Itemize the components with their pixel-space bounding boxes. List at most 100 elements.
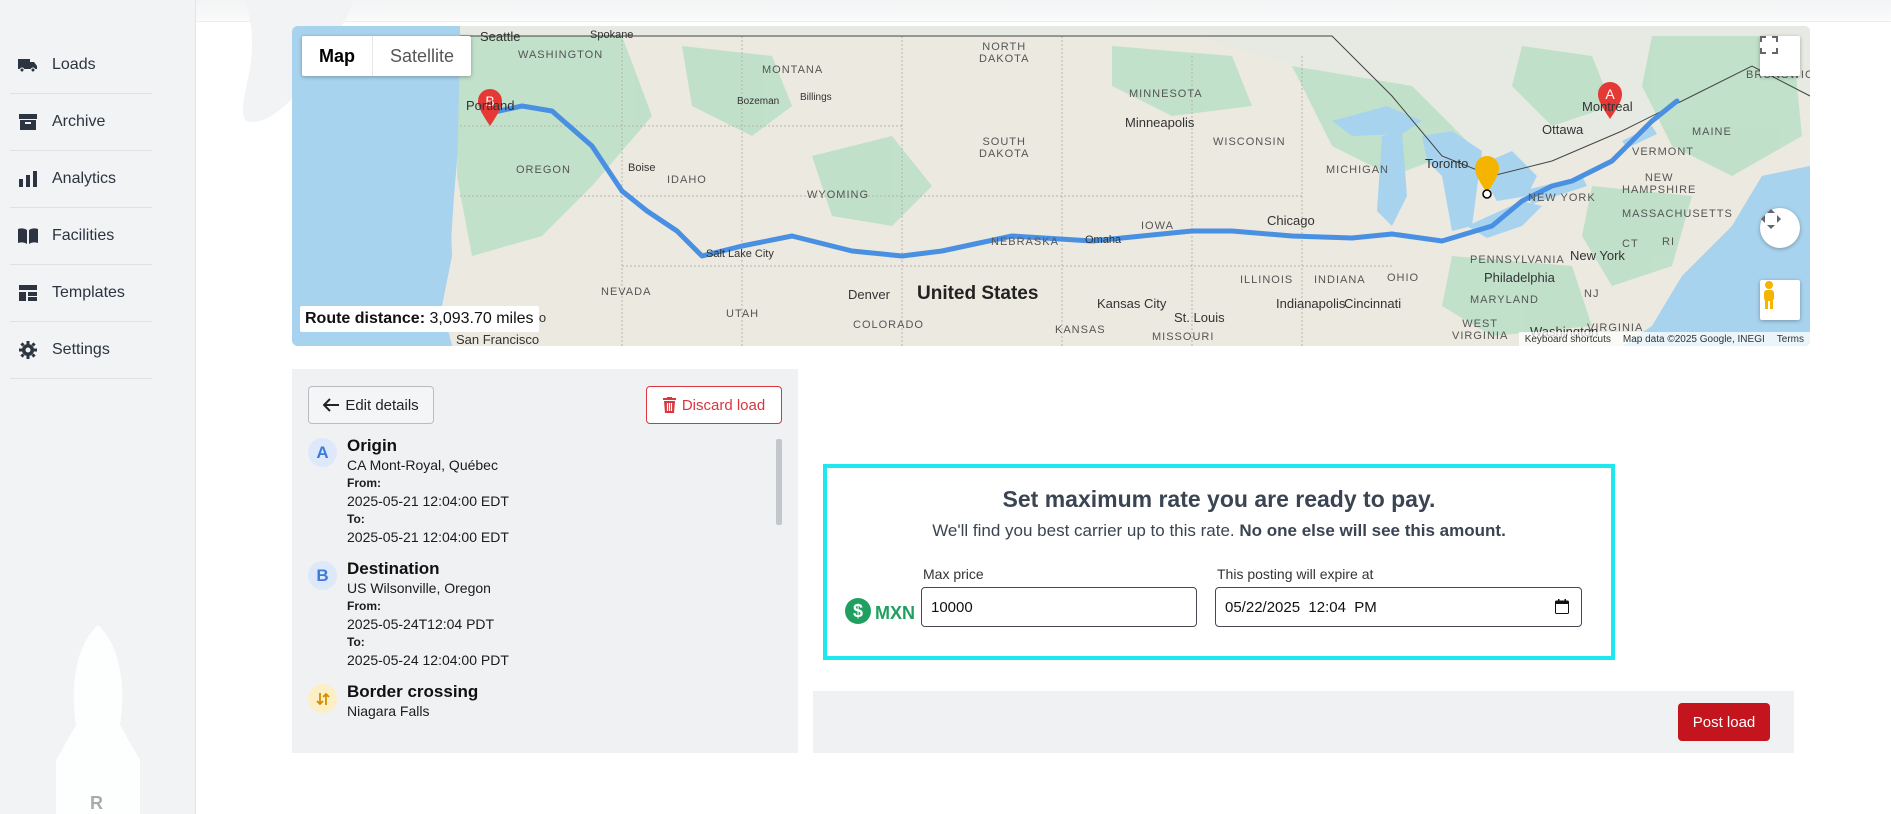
sidebar-item-settings[interactable]: Settings: [10, 322, 152, 379]
map-label: WISCONSIN: [1213, 136, 1286, 148]
sidebar-item-facilities[interactable]: Facilities: [10, 208, 152, 265]
map-label: SOUTH DAKOTA: [979, 136, 1030, 160]
map-label: St. Louis: [1174, 310, 1225, 325]
map-label: Portland: [466, 98, 515, 113]
map-label: CT: [1622, 238, 1639, 250]
keyboard-shortcuts-link[interactable]: Keyboard shortcuts: [1525, 334, 1611, 345]
stop-badge: B: [308, 561, 337, 590]
map-label: Minneapolis: [1125, 115, 1195, 130]
rate-subtitle-bold: No one else will see this amount.: [1239, 521, 1506, 540]
rate-title: Set maximum rate you are ready to pay.: [1002, 486, 1436, 512]
map-label: WASHINGTON: [518, 49, 604, 61]
fullscreen-button[interactable]: [1760, 36, 1800, 76]
stop-from-value: 2025-05-21 12:04:00 EDT: [347, 493, 509, 509]
stop-badge: A: [308, 438, 337, 467]
discard-load-label: Discard load: [681, 396, 766, 414]
map-label: Kansas City: [1097, 296, 1167, 311]
stop-from-label: From:: [347, 476, 381, 490]
map-label: INDIANA: [1314, 274, 1366, 286]
map-label: UTAH: [726, 308, 760, 320]
rate-subtitle-text: We'll find you best carrier up to this r…: [932, 521, 1235, 540]
map-label: OHIO: [1387, 272, 1420, 284]
currency-code: MXN: [875, 603, 915, 623]
edit-details-label: Edit details: [345, 396, 419, 414]
sidebar: Loads Archive Analytics Facilities Templ…: [0, 0, 196, 814]
stop-to-value: 2025-05-21 12:04:00 EDT: [347, 529, 509, 545]
stop-border-crossing: Border crossing Niagara Falls: [308, 682, 778, 720]
post-action-bar: Post load: [813, 691, 1794, 753]
trash-icon: [662, 397, 676, 413]
map-label: NEVADA: [601, 286, 652, 298]
map-label: Montreal: [1582, 99, 1633, 114]
map-data-credit: Map data ©2025 Google, INEGI: [1622, 333, 1765, 345]
route-distance-value: 3,093.70 miles: [429, 310, 534, 327]
map-label: United States: [917, 283, 1039, 304]
map-label: Omaha: [1085, 234, 1122, 246]
sidebar-item-label: Archive: [52, 113, 106, 130]
swap-arrows-icon: [308, 684, 337, 713]
stop-to-label: To:: [347, 635, 365, 649]
map-label: Toronto: [1425, 156, 1469, 171]
map-label: MONTANA: [762, 64, 824, 76]
map-type-map-button[interactable]: Map: [302, 36, 373, 76]
stop-location: US Wilsonville, Oregon: [347, 580, 491, 596]
map-label: MINNESOTA: [1129, 88, 1203, 100]
map-label: Chicago: [1267, 213, 1315, 228]
currency-indicator: $ MXN: [845, 598, 915, 629]
map-type-satellite-button[interactable]: Satellite: [373, 36, 471, 76]
stops-list[interactable]: A Origin CA Mont-Royal, Québec From: 202…: [308, 436, 778, 736]
stop-title: Destination: [347, 559, 440, 578]
stop-destination: B Destination US Wilsonville, Oregon Fro…: [308, 559, 778, 669]
map-label: COLORADO: [853, 319, 924, 331]
map-label: Spokane: [590, 29, 634, 41]
map-label: NEW YORK: [1528, 192, 1596, 204]
map-label: Billings: [800, 92, 832, 103]
stop-to-label: To:: [347, 512, 365, 526]
map-label: NEBRASKA: [991, 236, 1059, 248]
post-load-button[interactable]: Post load: [1678, 703, 1770, 741]
map-label: Ottawa: [1542, 122, 1584, 137]
svg-text:$: $: [853, 601, 863, 621]
map-label: San Francisco: [456, 332, 540, 346]
map-label: NORTH DAKOTA: [979, 41, 1030, 65]
map-label: New York: [1570, 248, 1625, 263]
sidebar-item-loads[interactable]: Loads: [10, 37, 152, 94]
map-label: RI: [1662, 236, 1675, 248]
map-label: MAINE: [1692, 126, 1732, 138]
route-distance: Route distance: 3,093.70 miles: [300, 306, 539, 332]
camera-control-button[interactable]: [1760, 208, 1800, 248]
expire-datetime-input[interactable]: 05/22/2025 12:04 PM: [1215, 587, 1582, 627]
calendar-icon[interactable]: [1555, 599, 1569, 618]
map-label: MISSOURI: [1152, 331, 1215, 343]
map-label: NEW HAMPSHIRE: [1622, 172, 1697, 196]
sidebar-item-label: Settings: [52, 341, 110, 358]
archive-box-icon: [18, 112, 38, 132]
map-label: WEST VIRGINIA: [1452, 318, 1509, 342]
sidebar-item-analytics[interactable]: Analytics: [10, 151, 152, 208]
max-price-label: Max price: [923, 566, 984, 582]
stop-location: Niagara Falls: [347, 703, 430, 719]
sidebar-item-archive[interactable]: Archive: [10, 94, 152, 151]
stop-to-value: 2025-05-24 12:04:00 PDT: [347, 652, 509, 668]
sidebar-item-label: Analytics: [52, 170, 117, 187]
stops-scrollbar[interactable]: [776, 439, 782, 525]
max-price-input[interactable]: 10000: [921, 587, 1197, 627]
edit-details-button[interactable]: Edit details: [308, 386, 434, 424]
map-type-toggle: Map Satellite: [302, 36, 472, 76]
route-map[interactable]: B A Seattle Spokane WASHINGTON Portland …: [292, 26, 1810, 346]
gear-icon: [18, 340, 38, 360]
discard-load-button[interactable]: Discard load: [646, 386, 782, 424]
terms-link[interactable]: Terms: [1777, 334, 1804, 345]
expire-label: This posting will expire at: [1217, 566, 1374, 582]
rate-subtitle: We'll find you best carrier up to this r…: [827, 521, 1611, 541]
map-label: MARYLAND: [1470, 294, 1539, 306]
stop-location: CA Mont-Royal, Québec: [347, 457, 498, 473]
bar-chart-icon: [18, 169, 38, 189]
map-attribution: Keyboard shortcuts Map data ©2025 Google…: [1518, 332, 1810, 346]
map-label: Bozeman: [737, 96, 780, 107]
book-open-icon: [18, 226, 38, 246]
sidebar-item-templates[interactable]: Templates: [10, 265, 152, 322]
logo-mark: R: [90, 793, 103, 813]
truck-icon: [18, 55, 38, 75]
street-view-pegman-button[interactable]: [1760, 280, 1800, 320]
